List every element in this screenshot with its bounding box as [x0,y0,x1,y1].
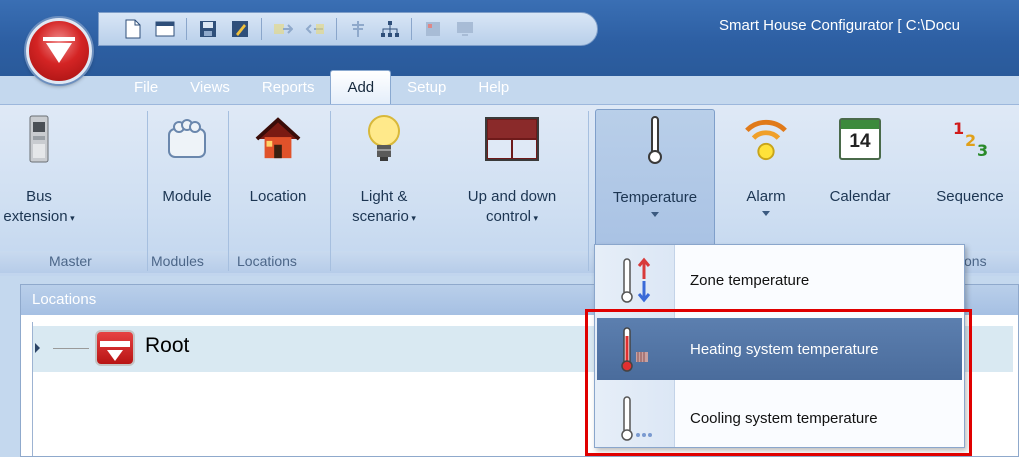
group-separator [330,111,331,271]
application-menu-button[interactable] [26,18,92,84]
toolbar-separator [261,18,262,40]
menu-item-label: Heating system temperature [690,340,879,358]
alarm-signal-icon [743,113,789,165]
panel-icon[interactable] [419,16,447,42]
logo-triangle [46,43,72,63]
dropdown-arrow-icon [761,211,770,216]
sequence-digit: 2 [965,131,977,150]
tab-reports[interactable]: Reports [246,70,331,104]
group-separator [588,111,589,271]
house-icon [255,113,301,165]
alarm-button[interactable]: Alarm [728,109,804,249]
light-scenario-button[interactable]: Light & scenario ▾ [338,109,430,249]
menu-tabs: File Views Reports Add Setup Help [0,70,1019,104]
cooling-temperature-icon [597,387,675,449]
tab-setup[interactable]: Setup [391,70,462,104]
toolbar-separator [186,18,187,40]
sequence-digit: 1 [953,119,965,138]
antenna-icon[interactable] [344,16,372,42]
calendar-day: 14 [849,131,871,152]
save-icon[interactable] [194,16,222,42]
light-bulb-icon [361,113,407,165]
sequence-label: Sequence [936,188,1004,205]
dropdown-arrow-icon [651,212,659,217]
network-icon[interactable] [376,16,404,42]
window-blind-icon [482,113,542,165]
up-down-control-label: Up and down control ▾ [467,188,557,225]
tab-views[interactable]: Views [174,70,246,104]
group-label-master: Master [49,253,92,269]
menu-item-zone-temperature[interactable]: Zone temperature [597,249,962,311]
logo-bar [43,37,75,41]
sequence-icon: 1 2 3 [947,113,993,165]
title-bar: Smart House Configurator [ C:\Docu [0,0,1019,76]
tree-connector [53,348,89,349]
light-scenario-label: Light & scenario ▾ [352,188,416,225]
bus-extension-icon [16,113,62,165]
temperature-dropdown-menu: Zone temperature Heating system temperat… [594,244,965,448]
root-location-icon [95,330,135,366]
location-button[interactable]: Location [230,109,326,249]
module-button[interactable]: Module [148,109,226,249]
menu-item-label: Cooling system temperature [690,409,878,427]
zone-temperature-icon [597,249,675,311]
monitor-icon[interactable] [451,16,479,42]
sequence-digit: 3 [977,141,989,160]
menu-item-heating-system-temperature[interactable]: Heating system temperature [597,318,962,380]
toolbar-separator [336,18,337,40]
temperature-button[interactable]: Temperature [595,109,715,249]
import-icon[interactable] [301,16,329,42]
group-separator [228,111,229,271]
group-label-functions: ons [964,253,987,269]
window-title: Smart House Configurator [ C:\Docu [719,17,960,34]
sequence-button[interactable]: 1 2 3 Sequence [922,109,1018,249]
logo-bar [100,341,130,347]
menu-item-label: Zone temperature [690,271,810,289]
tab-add[interactable]: Add [330,70,392,104]
open-icon[interactable] [151,16,179,42]
group-label-locations: Locations [237,253,297,269]
tab-file[interactable]: File [126,70,174,104]
up-down-control-button[interactable]: Up and down control ▾ [444,109,580,249]
calendar-button[interactable]: 14 Calendar [816,109,904,249]
location-label: Location [249,188,307,205]
bus-extension-button[interactable]: Bus extension ▾ [0,109,78,249]
calendar-icon: 14 [837,113,883,165]
alarm-label: Alarm [746,187,786,216]
calendar-label: Calendar [829,188,891,205]
module-label: Module [162,188,212,205]
thermometer-icon [632,114,678,166]
logo-triangle [107,350,123,361]
module-icon [164,113,210,165]
menu-item-cooling-system-temperature[interactable]: Cooling system temperature [597,387,962,449]
tab-help[interactable]: Help [462,70,525,104]
toolbar-separator [411,18,412,40]
temperature-label: Temperature [613,188,697,217]
group-label-modules: Modules [151,253,204,269]
expand-arrow-icon[interactable] [35,343,40,353]
export-icon[interactable] [269,16,297,42]
tree-item-label: Root [145,334,190,357]
new-file-icon[interactable] [119,16,147,42]
quick-access-toolbar [98,12,598,46]
edit-icon[interactable] [226,16,254,42]
bus-extension-label: Bus extension ▾ [3,188,75,225]
heating-temperature-icon [597,318,675,380]
calendar-header [841,120,879,129]
calendar-page: 14 [839,118,881,160]
